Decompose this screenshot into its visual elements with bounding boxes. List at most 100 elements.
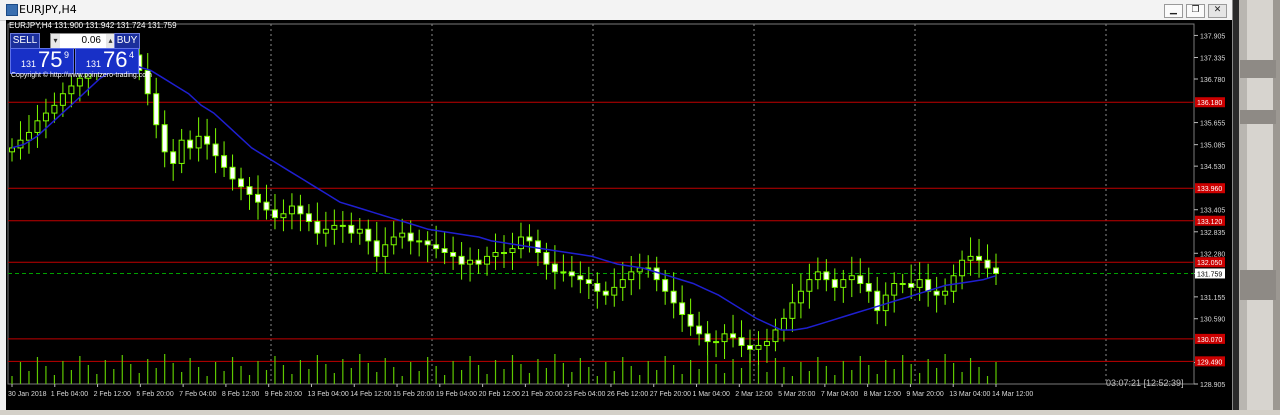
- moving-average-line: [11, 65, 997, 331]
- price-level-label: 133.120: [1197, 219, 1222, 226]
- one-click-trading-panel: SELL ▾ 0.06 ▴ BUY 131 75 9 131 76 4: [10, 33, 140, 74]
- candle-body: [441, 248, 448, 254]
- y-tick-label: 133.405: [1200, 208, 1225, 215]
- window-title: EURJPY,H4: [19, 3, 77, 16]
- x-tick-label: 9 Mar 20:00: [906, 391, 943, 398]
- x-tick-label: 9 Feb 20:00: [265, 391, 302, 398]
- candle-body: [68, 85, 75, 95]
- candle-body: [238, 178, 245, 188]
- x-tick-label: 5 Mar 20:00: [778, 391, 815, 398]
- candle-body: [704, 333, 711, 343]
- candle-body: [840, 279, 847, 288]
- candle-body: [780, 317, 787, 331]
- y-tick-label: 132.835: [1200, 230, 1225, 237]
- candle-body: [382, 244, 389, 257]
- x-tick-label: 30 Jan 2018: [8, 391, 47, 398]
- candle-body: [204, 135, 211, 145]
- candle-body: [517, 236, 524, 250]
- candle-body: [976, 255, 983, 261]
- candle-body: [475, 259, 482, 265]
- x-tick-label: 1 Feb 04:00: [51, 391, 88, 398]
- buy-price-main: 76: [103, 47, 128, 72]
- minimize-button[interactable]: ▁: [1164, 4, 1183, 18]
- candle-body: [687, 313, 694, 327]
- candle-body: [373, 240, 380, 257]
- window-titlebar[interactable]: EURJPY,H4 ▁ ❐ ✕: [0, 0, 1232, 21]
- copyright-text: Copyright © http://www.pointzero-trading…: [11, 72, 152, 79]
- candle-body: [153, 93, 160, 126]
- candle-body: [993, 267, 999, 274]
- sell-price-box[interactable]: 131 75 9: [10, 48, 74, 74]
- candle-body: [611, 286, 618, 296]
- lot-size-value: 0.06: [81, 35, 101, 46]
- candle-body: [653, 267, 660, 281]
- candle-body: [271, 209, 278, 219]
- candle-body: [416, 240, 423, 243]
- candle-body: [772, 329, 779, 343]
- candle-body: [467, 259, 474, 265]
- y-tick-label: 137.905: [1200, 33, 1225, 40]
- candle-body: [602, 290, 609, 296]
- candle-body: [34, 120, 41, 133]
- candle-body: [967, 255, 974, 261]
- candle-body: [76, 77, 83, 87]
- sell-price-main: 75: [38, 47, 63, 72]
- candle-body: [806, 279, 813, 292]
- x-tick-label: 2 Feb 12:00: [94, 391, 131, 398]
- candle-body: [424, 240, 431, 246]
- buy-price-superscript: 4: [129, 50, 135, 60]
- buy-price-box[interactable]: 131 76 4: [75, 48, 139, 74]
- x-tick-label: 13 Feb 04:00: [307, 391, 348, 398]
- candle-body: [814, 271, 821, 281]
- x-tick-label: 27 Feb 20:00: [650, 391, 691, 398]
- y-tick-label: 137.335: [1200, 56, 1225, 63]
- x-tick-label: 8 Feb 12:00: [222, 391, 259, 398]
- candle-body: [390, 236, 397, 246]
- y-tick-label: 128.905: [1200, 382, 1225, 389]
- candle-body: [730, 333, 737, 339]
- candle-body: [713, 341, 720, 344]
- candle-body: [534, 240, 541, 254]
- candle-body: [721, 333, 728, 343]
- candle-body: [229, 166, 236, 180]
- candle-body: [314, 221, 321, 234]
- candle-body: [568, 271, 575, 277]
- restore-button[interactable]: ❐: [1186, 4, 1205, 18]
- candle-body: [916, 279, 923, 288]
- x-tick-label: 26 Feb 12:00: [607, 391, 648, 398]
- candle-body: [280, 213, 287, 219]
- lot-decrease-icon[interactable]: ▾: [51, 34, 60, 48]
- chart-area[interactable]: 137.905 137.335 136.780 135.655 135.085 134.5…: [6, 20, 1232, 410]
- candle-body: [187, 139, 194, 149]
- x-tick-label: 8 Mar 12:00: [864, 391, 901, 398]
- candle-body: [899, 282, 906, 285]
- candle-body: [628, 271, 635, 281]
- candle-body: [492, 252, 499, 257]
- price-level-label: 129.490: [1197, 359, 1222, 366]
- sell-button[interactable]: SELL: [10, 33, 40, 49]
- price-chart[interactable]: 137.905 137.335 136.780 135.655 135.085 134.5…: [6, 20, 1232, 410]
- candle-body: [178, 139, 185, 164]
- candle-body: [365, 228, 372, 242]
- candle-body: [959, 259, 966, 277]
- candle-body: [942, 290, 949, 296]
- candle-body: [255, 193, 261, 203]
- close-button[interactable]: ✕: [1208, 4, 1227, 18]
- price-level-label: 132.050: [1197, 260, 1222, 267]
- candle-body: [305, 213, 312, 223]
- candle-body: [161, 124, 168, 153]
- candle-body: [662, 279, 669, 292]
- candle-body: [670, 290, 677, 304]
- candle-body: [848, 275, 855, 281]
- x-tick-label: 14 Feb 12:00: [350, 391, 391, 398]
- chart-window-icon: [6, 4, 18, 16]
- background-block: [1240, 270, 1276, 300]
- candle-body: [25, 131, 32, 141]
- candle-body: [484, 255, 491, 265]
- candle-body: [348, 224, 355, 234]
- y-tick-label: 131.155: [1200, 295, 1225, 302]
- candle-body: [908, 282, 915, 288]
- sell-price-superscript: 9: [64, 50, 70, 60]
- candle-body: [9, 147, 15, 153]
- candle-body: [246, 186, 253, 195]
